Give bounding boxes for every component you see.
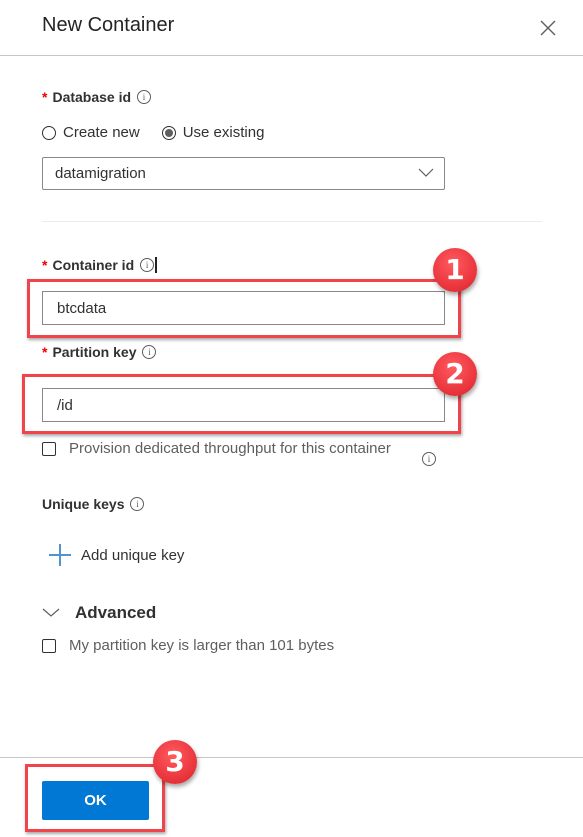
panel-title: New Container xyxy=(42,14,175,36)
database-id-text: Database id xyxy=(52,89,132,105)
partition-key-label: * Partition key i xyxy=(42,344,157,360)
chevron-down-icon xyxy=(418,168,434,177)
ok-button[interactable]: OK xyxy=(42,781,149,820)
large-partition-key-row[interactable]: My partition key is larger than 101 byte… xyxy=(42,637,334,654)
unique-keys-text: Unique keys xyxy=(42,496,125,512)
throughput-checkbox[interactable] xyxy=(42,441,56,456)
database-select-value: datamigration xyxy=(55,165,146,182)
partition-key-text: Partition key xyxy=(52,344,137,360)
annotation-badge-3: 3 xyxy=(153,740,197,784)
header-divider xyxy=(0,55,583,56)
info-icon[interactable]: i xyxy=(422,452,436,466)
container-id-label: * Container id i xyxy=(42,257,158,273)
database-id-label: * Database id i xyxy=(42,89,152,105)
plus-icon xyxy=(49,544,71,566)
large-partition-key-checkbox[interactable] xyxy=(42,638,56,653)
database-select[interactable]: datamigration xyxy=(42,157,445,190)
annotation-badge-2: 2 xyxy=(433,352,477,396)
info-icon[interactable]: i xyxy=(137,90,152,104)
throughput-checkbox-row[interactable]: Provision dedicated throughput for this … xyxy=(42,440,391,457)
large-partition-key-label[interactable]: My partition key is larger than 101 byte… xyxy=(69,637,334,654)
database-radio-group: Create new Use existing xyxy=(42,124,264,141)
info-icon[interactable]: i xyxy=(140,258,155,272)
footer-divider xyxy=(0,757,583,758)
container-id-input[interactable] xyxy=(42,291,445,325)
annotation-badge-1: 1 xyxy=(433,248,477,292)
advanced-label: Advanced xyxy=(75,603,157,622)
chevron-down-icon xyxy=(42,608,60,617)
unique-keys-label: Unique keys i xyxy=(42,496,145,512)
radio-use-existing[interactable] xyxy=(161,125,176,140)
required-marker: * xyxy=(42,89,48,105)
throughput-label[interactable]: Provision dedicated throughput for this … xyxy=(69,440,391,457)
radio-create-new[interactable] xyxy=(42,125,56,140)
partition-key-input[interactable] xyxy=(42,388,445,422)
container-id-text: Container id xyxy=(52,257,135,273)
radio-use-existing-label[interactable]: Use existing xyxy=(183,124,265,141)
section-divider xyxy=(42,221,542,222)
required-marker: * xyxy=(42,257,48,273)
add-unique-key-label: Add unique key xyxy=(81,546,185,564)
advanced-toggle[interactable]: Advanced xyxy=(42,603,156,623)
info-icon[interactable]: i xyxy=(130,497,145,511)
info-icon[interactable]: i xyxy=(142,345,157,359)
radio-create-new-label[interactable]: Create new xyxy=(63,124,140,141)
required-marker: * xyxy=(42,344,48,360)
add-unique-key-button[interactable]: Add unique key xyxy=(49,544,184,566)
text-cursor xyxy=(155,257,158,273)
close-icon[interactable] xyxy=(536,16,560,40)
